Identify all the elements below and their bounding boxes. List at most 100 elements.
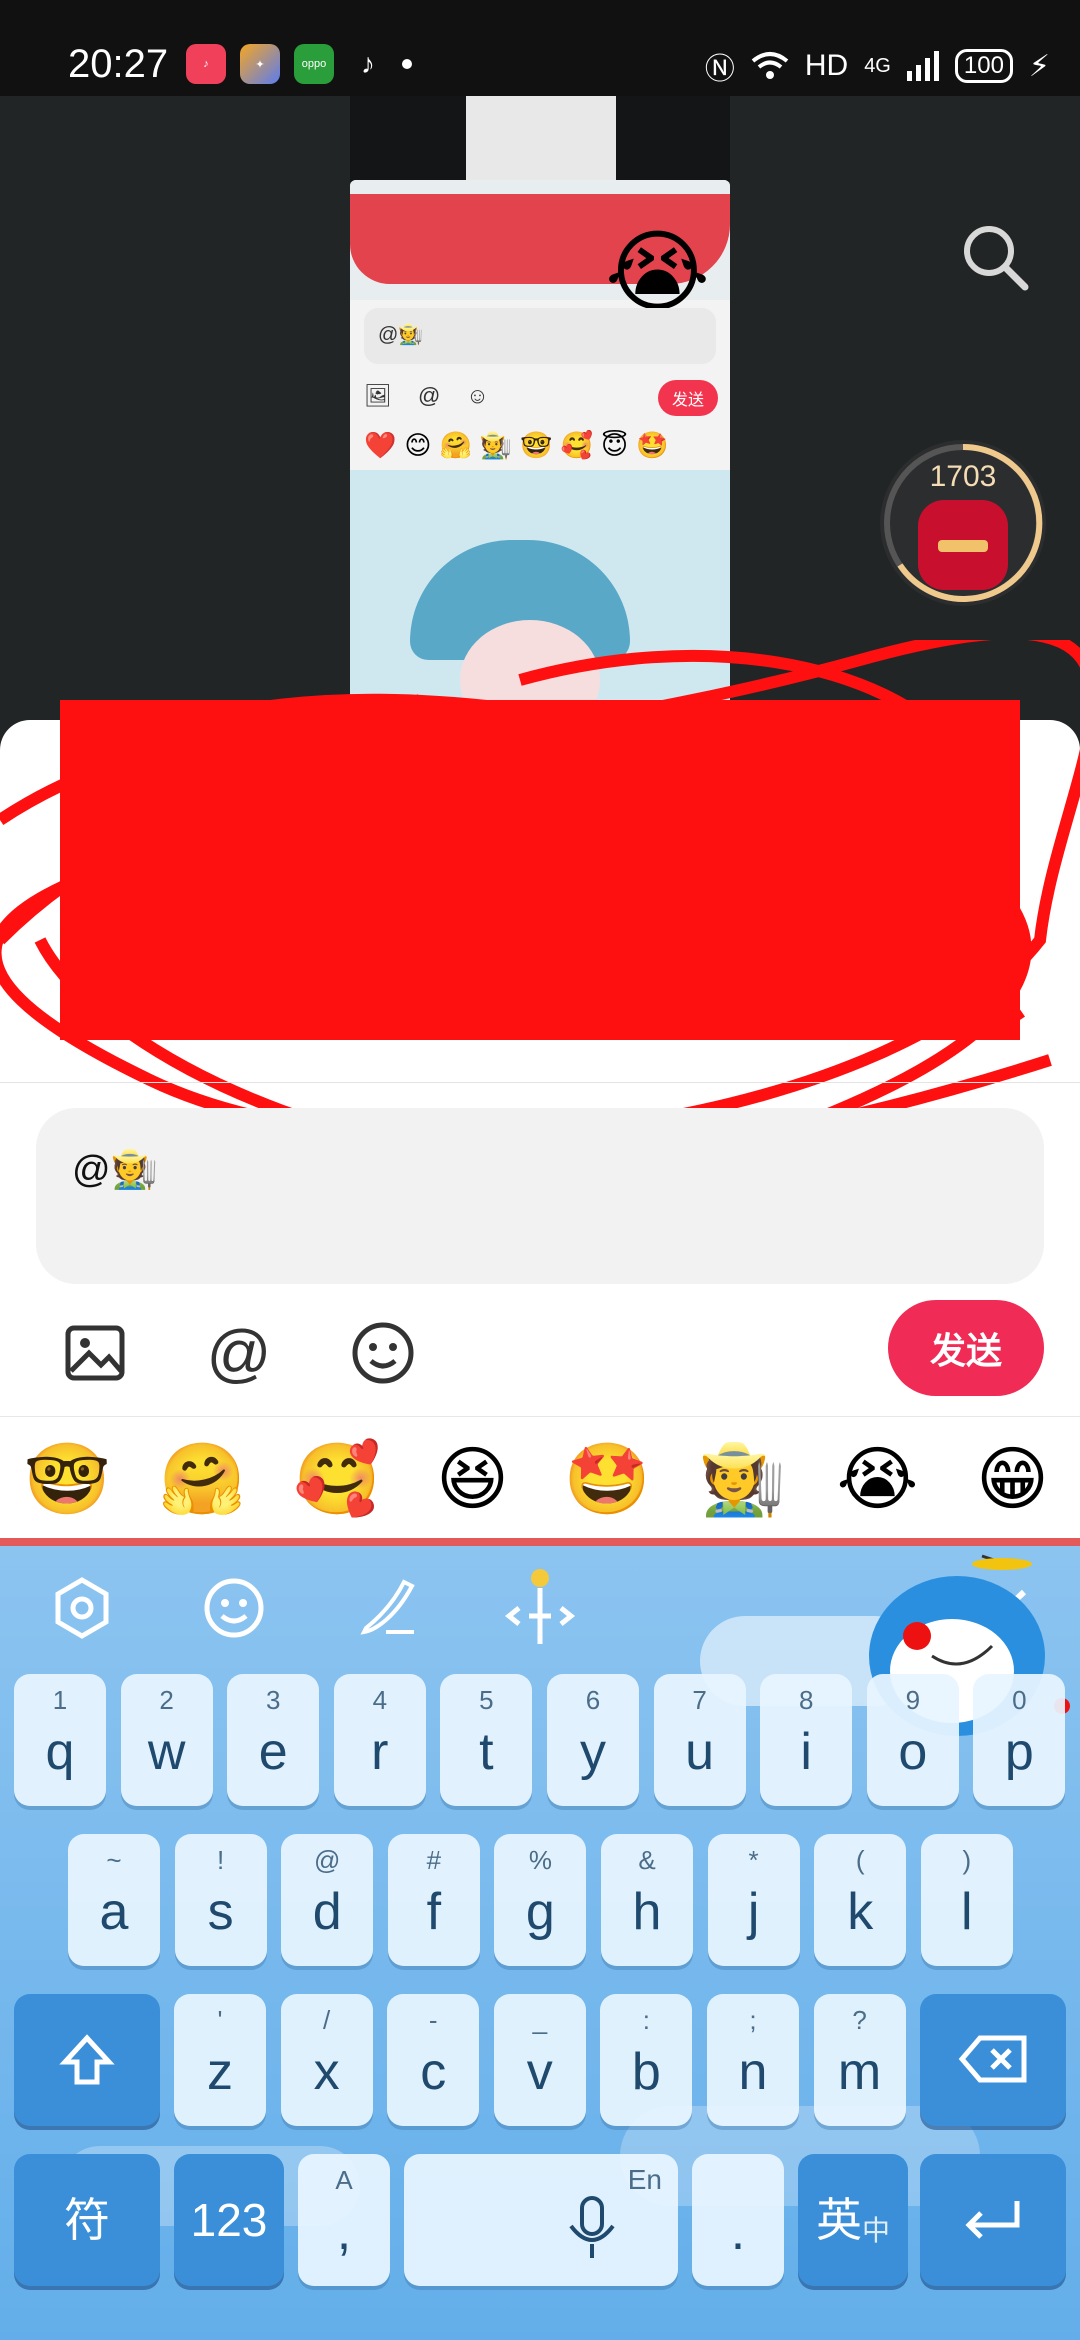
image-button[interactable]: [60, 1318, 130, 1388]
key-l[interactable]: ) l: [920, 1834, 1013, 1966]
send-button[interactable]: 发送: [888, 1300, 1044, 1396]
divider: [0, 1416, 1080, 1417]
key-q[interactable]: 1q: [14, 1674, 106, 1806]
keyboard-settings-button[interactable]: [42, 1568, 122, 1648]
key-p[interactable]: 0p: [973, 1674, 1066, 1806]
key-s[interactable]: ! s: [174, 1834, 267, 1966]
key-label: 123: [190, 2194, 268, 2246]
key-o[interactable]: 9o: [866, 1674, 959, 1806]
backspace-icon: [958, 2035, 1027, 2083]
reward-timer[interactable]: 1703: [880, 440, 1046, 606]
cursor-move-button[interactable]: [500, 1568, 580, 1648]
period-key[interactable]: .: [692, 2154, 784, 2286]
key-label: i: [800, 1723, 812, 1781]
comment-input-text: @🧑‍🌾: [72, 1149, 158, 1191]
key-label: f: [426, 1883, 442, 1941]
mention-button[interactable]: @: [204, 1318, 274, 1388]
comment-input[interactable]: @🧑‍🌾: [36, 1108, 1044, 1284]
emoji-item[interactable]: 🧑‍🌾: [688, 1434, 798, 1524]
media-app-icon: ✦: [240, 44, 280, 84]
key-k[interactable]: (k: [814, 1834, 907, 1966]
key-b[interactable]: :b: [600, 1994, 693, 2126]
key-v[interactable]: _ v: [493, 1994, 586, 2126]
emoji-button[interactable]: [348, 1318, 418, 1388]
key-w[interactable]: 2w: [120, 1674, 213, 1806]
hd-label: HD: [804, 49, 849, 82]
emoji-item[interactable]: 😭: [823, 1434, 933, 1524]
status-time: 20:27: [68, 42, 169, 86]
numbers-key[interactable]: 123: [174, 2154, 284, 2286]
comma-key[interactable]: A,: [298, 2154, 390, 2286]
key-label: h: [632, 1883, 662, 1941]
handwriting-pen-icon: [360, 1579, 415, 1635]
language-switch-key[interactable]: 英中: [798, 2154, 908, 2286]
emoji-item[interactable]: 🤓: [13, 1434, 123, 1524]
key-label: e: [258, 1723, 288, 1781]
key-x[interactable]: / x: [280, 1994, 373, 2126]
previous-video-thumbnail: [350, 96, 730, 182]
key-z[interactable]: ' z: [174, 1994, 266, 2126]
key-t[interactable]: 5t: [440, 1674, 533, 1806]
space-key[interactable]: En: [404, 2154, 678, 2286]
key-hint-label: ': [217, 2005, 223, 2035]
wifi-icon: [751, 52, 789, 79]
image-icon: 🖼: [364, 383, 392, 408]
key-label: m: [837, 2043, 882, 2101]
key-m[interactable]: ? m: [813, 1994, 906, 2126]
charging-icon: ⚡: [1028, 49, 1050, 83]
key-h[interactable]: & h: [601, 1834, 693, 1966]
key-label: z: [207, 2043, 233, 2101]
key-hint-label: %: [528, 1845, 552, 1875]
key-f[interactable]: # f: [387, 1834, 480, 1966]
key-label: a: [99, 1883, 129, 1941]
key-d[interactable]: @ d: [281, 1834, 374, 1966]
preview-send-button: 发送: [657, 380, 718, 416]
oppo-app-icon: oppo: [294, 44, 334, 84]
handwriting-button[interactable]: [348, 1568, 428, 1648]
emoji-item[interactable]: 😁: [958, 1434, 1068, 1524]
settings-hexagon-icon: [55, 1577, 109, 1639]
key-y[interactable]: 6y: [547, 1674, 639, 1806]
key-hint-label: ): [962, 1845, 972, 1875]
emoji-item[interactable]: 😆: [418, 1434, 528, 1524]
shift-key[interactable]: [14, 1994, 160, 2126]
key-label: x: [313, 2043, 340, 2101]
key-label: y: [580, 1723, 606, 1781]
emoji-item[interactable]: 🤩: [553, 1434, 663, 1524]
backspace-key[interactable]: [920, 1994, 1066, 2126]
key-hint-label: 5: [479, 1685, 494, 1715]
key-j[interactable]: * j: [707, 1834, 800, 1966]
key-a[interactable]: ~ a: [68, 1834, 160, 1966]
key-n[interactable]: ; n: [707, 1994, 799, 2126]
key-label: r: [371, 1723, 389, 1781]
microphone-icon: [569, 2196, 615, 2258]
keyboard-emoji-button[interactable]: [194, 1568, 274, 1648]
key-label: u: [685, 1723, 715, 1781]
key-e[interactable]: 3e: [227, 1674, 320, 1806]
key-label: s: [207, 1883, 234, 1941]
key-label: 符: [64, 2194, 110, 2246]
emoji-item[interactable]: 🥰: [283, 1434, 393, 1524]
at-icon: @: [417, 383, 441, 408]
key-hint-label: 2: [159, 1685, 174, 1715]
key-u[interactable]: 7u: [653, 1674, 746, 1806]
preview-emoji-row: ❤️ 😊 🤗 🧑‍🌾 🤓 🥰 😇 🤩: [364, 430, 669, 460]
key-g[interactable]: % g: [494, 1834, 587, 1966]
key-label: b: [631, 2043, 661, 2101]
emoji-item[interactable]: 🤗: [148, 1434, 258, 1524]
key-hint-label: (: [855, 1845, 865, 1875]
space-lang-hint: En: [627, 2164, 662, 2195]
key-hint-label: -: [428, 2005, 438, 2035]
smiley-icon: [204, 1578, 264, 1638]
key-hint-label: _: [532, 2005, 548, 2035]
cursor-move-icon: [505, 1569, 575, 1644]
search-icon[interactable]: [960, 222, 1030, 292]
key-r[interactable]: 4r: [333, 1674, 426, 1806]
tiktok-icon: ♪: [348, 44, 388, 84]
enter-key[interactable]: [920, 2154, 1066, 2286]
key-c[interactable]: -c: [387, 1994, 480, 2126]
notification-dot-icon: [402, 59, 412, 69]
key-i[interactable]: 8i: [760, 1674, 853, 1806]
divider: [0, 1082, 1080, 1083]
symbols-key[interactable]: 符: [14, 2154, 160, 2286]
